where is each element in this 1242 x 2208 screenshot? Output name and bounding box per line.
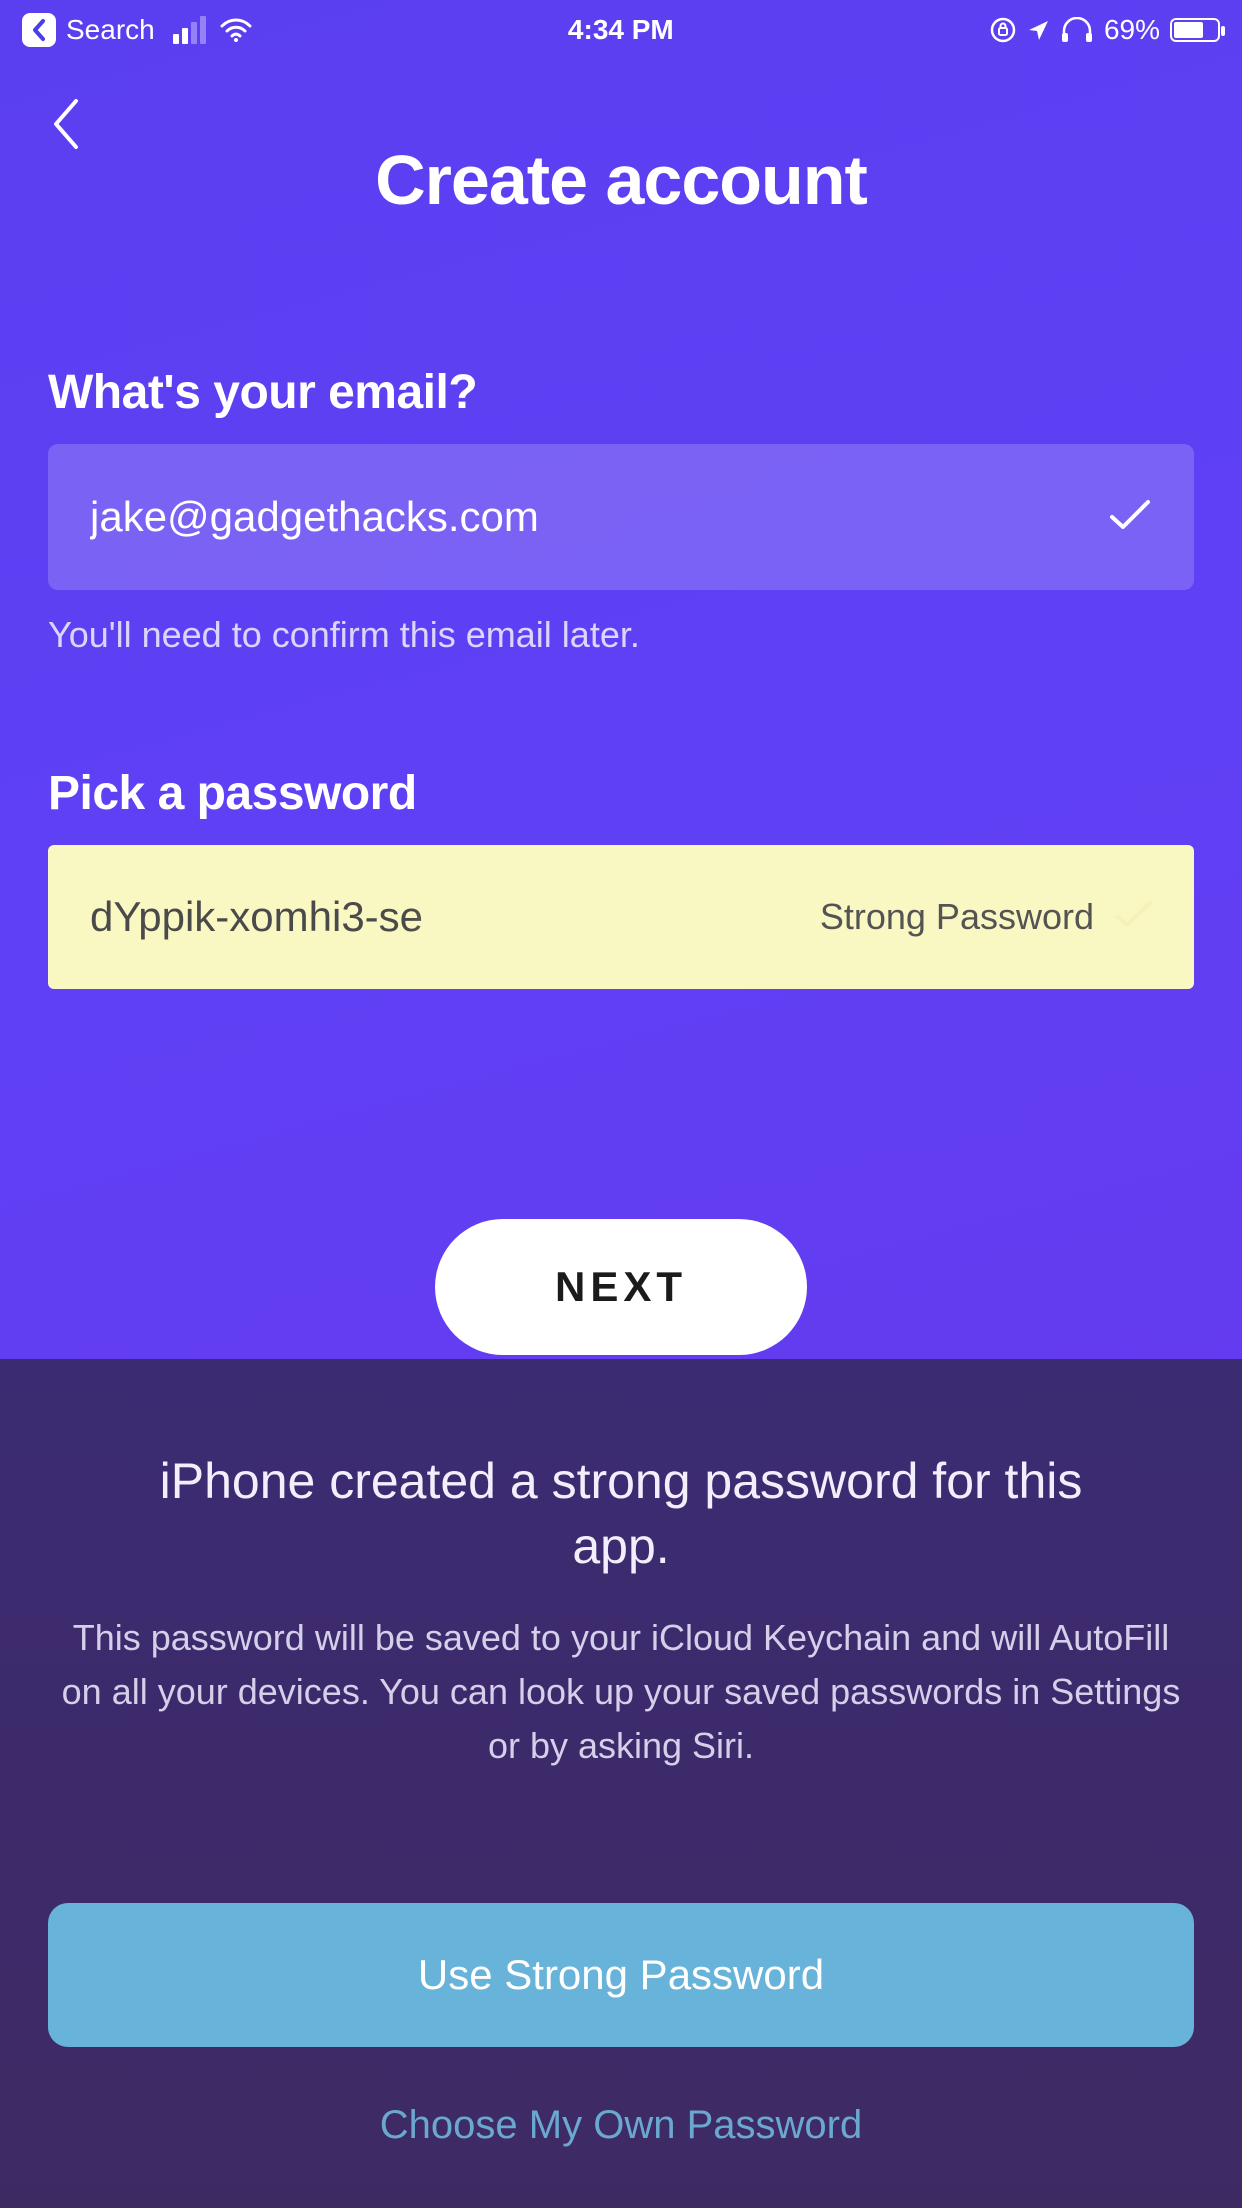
cellular-signal-icon: [173, 16, 206, 44]
location-icon: [1026, 18, 1050, 42]
back-button[interactable]: [48, 95, 82, 158]
sheet-title: iPhone created a strong password for thi…: [48, 1449, 1194, 1579]
email-field-block: What's your email? You'll need to confir…: [48, 365, 1194, 656]
status-left: Search: [22, 13, 252, 47]
orientation-lock-icon: [990, 17, 1016, 43]
battery-percent: 69%: [1104, 14, 1160, 46]
password-input-wrap[interactable]: dYppik-xomhi3-se Strong Password: [48, 845, 1194, 989]
status-time: 4:34 PM: [568, 14, 674, 46]
choose-own-password-button[interactable]: Choose My Own Password: [48, 2103, 1194, 2148]
email-input[interactable]: [90, 493, 1152, 541]
status-bar: Search 4:34 PM 69%: [0, 0, 1242, 60]
email-helper-text: You'll need to confirm this email later.: [48, 614, 1194, 656]
battery-icon: [1170, 18, 1220, 42]
wifi-icon: [220, 18, 252, 42]
password-suggestion-sheet: iPhone created a strong password for thi…: [0, 1359, 1242, 2208]
password-fade-overlay: [408, 845, 668, 989]
next-button[interactable]: NEXT: [435, 1219, 807, 1355]
signup-form: What's your email? You'll need to confir…: [0, 365, 1242, 1355]
password-field-block: Pick a password dYppik-xomhi3-se Strong …: [48, 766, 1194, 989]
password-label: Pick a password: [48, 766, 1194, 821]
chevron-left-icon: [30, 18, 48, 42]
page-title: Create account: [0, 140, 1242, 220]
use-strong-password-button[interactable]: Use Strong Password: [48, 1903, 1194, 2047]
sheet-body: This password will be saved to your iClo…: [48, 1611, 1194, 1773]
email-label: What's your email?: [48, 365, 1194, 420]
password-strength-label: Strong Password: [820, 896, 1094, 938]
headphones-icon: [1060, 17, 1094, 43]
password-input[interactable]: dYppik-xomhi3-se: [90, 893, 423, 941]
checkmark-icon: [1114, 899, 1154, 936]
chevron-left-icon: [48, 95, 82, 153]
checkmark-icon: [1108, 497, 1152, 538]
back-to-app-chip[interactable]: [22, 13, 56, 47]
email-input-wrap[interactable]: [48, 444, 1194, 590]
back-to-app-label[interactable]: Search: [66, 14, 155, 46]
status-right: 69%: [990, 14, 1220, 46]
